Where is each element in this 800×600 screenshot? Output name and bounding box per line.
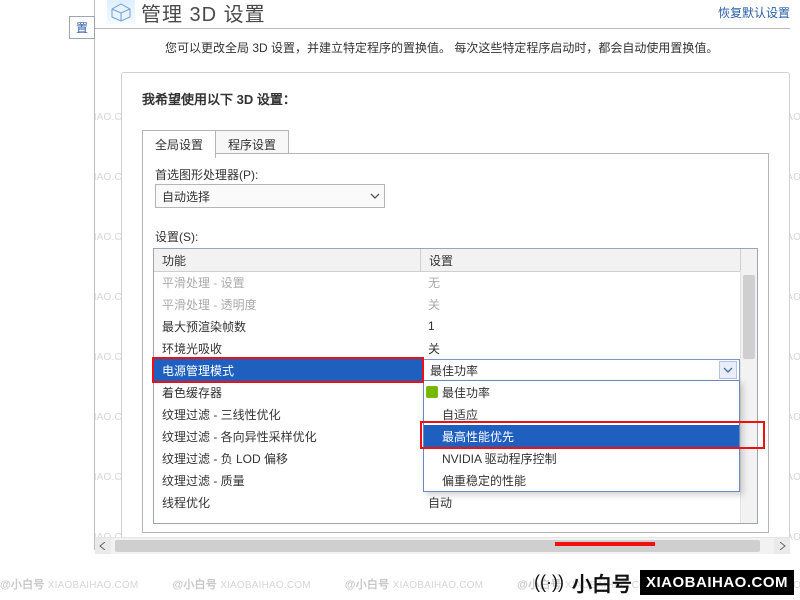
setting-row[interactable]: 环境光吸收关 xyxy=(154,337,757,359)
row-feature: 纹理过滤 - 三线性优化 xyxy=(154,406,420,423)
left-pane-header-fragment: 置 xyxy=(69,16,95,39)
row-feature: 最大预渲染帧数 xyxy=(154,318,420,335)
row-feature: 着色缓存器 xyxy=(154,384,420,401)
grid-vertical-scrollbar[interactable] xyxy=(740,271,757,523)
brand-en: XIAOBAIHAO.COM xyxy=(640,570,794,595)
power-mode-current: 最佳功率 xyxy=(430,362,478,379)
tab-global[interactable]: 全局设置 xyxy=(142,130,216,158)
brand-cn: 小白号 xyxy=(572,568,632,597)
row-feature: 线程优化 xyxy=(154,494,420,511)
row-feature: 纹理过滤 - 各向异性采样优化 xyxy=(154,428,420,445)
brand-logo-icon: ((·)) xyxy=(534,572,564,593)
power-option-nvidia-driver[interactable]: NVIDIA 驱动程序控制 xyxy=(424,447,739,469)
power-option-prefer-stable[interactable]: 偏重稳定的性能 xyxy=(424,469,739,491)
scroll-left-button[interactable] xyxy=(95,538,111,554)
preferred-gpu-value: 自动选择 xyxy=(162,188,210,205)
scroll-thumb[interactable] xyxy=(743,275,755,359)
nvidia-3d-icon xyxy=(107,0,135,24)
power-mode-value-combo[interactable]: 最佳功率 xyxy=(423,359,740,381)
row-feature: 电源管理模式 xyxy=(154,362,420,379)
grid-header: 功能 设置 xyxy=(154,249,757,272)
row-feature: 纹理过滤 - 负 LOD 偏移 xyxy=(154,450,420,467)
tab-page-global: 首选图形处理器(P): 自动选择 设置(S): 功能 设置 xyxy=(142,153,769,533)
scroll-right-button[interactable] xyxy=(774,538,790,554)
horizontal-scrollbar[interactable] xyxy=(95,537,790,554)
h-scroll-thumb[interactable] xyxy=(115,540,760,552)
setting-row[interactable]: 平滑处理 - 设置无 xyxy=(154,271,757,293)
grid-header-scroll-cap xyxy=(740,249,757,271)
annotation-red-underline xyxy=(555,542,655,546)
restore-defaults-link[interactable]: 恢复默认设置 xyxy=(718,4,790,21)
setting-row[interactable]: 最大预渲染帧数1 xyxy=(154,315,757,337)
power-option-best-power[interactable]: 最佳功率 xyxy=(424,381,739,403)
settings-label: 设置(S): xyxy=(155,228,198,245)
row-value: 关 xyxy=(420,296,757,313)
preferred-gpu-label: 首选图形处理器(P): xyxy=(155,166,258,183)
settings-grid: 功能 设置 平滑处理 - 设置无平滑处理 - 透明度关最大预渲染帧数1环境光吸收… xyxy=(153,248,758,524)
page-title: 管理 3D 设置 xyxy=(141,0,266,27)
row-feature: 平滑处理 - 设置 xyxy=(154,274,420,291)
row-value: 无 xyxy=(420,274,757,291)
power-mode-dropdown[interactable]: 最佳功率 自适应 最高性能优先 NVIDIA 驱动程序控制 偏重稳定的性能 xyxy=(423,380,740,492)
header-separator xyxy=(95,28,790,29)
main-content: 管理 3D 设置 恢复默认设置 您可以更改全局 3D 设置，并建立特定程序的置换… xyxy=(95,0,800,550)
brand-bar: ((·)) 小白号 XIAOBAIHAO.COM xyxy=(0,564,800,600)
col-feature[interactable]: 功能 xyxy=(154,252,420,269)
col-value[interactable]: 设置 xyxy=(421,252,740,269)
dropdown-button[interactable] xyxy=(719,361,737,379)
setting-row[interactable]: 线程优化自动 xyxy=(154,491,757,513)
setting-row[interactable]: 平滑处理 - 透明度关 xyxy=(154,293,757,315)
row-feature: 环境光吸收 xyxy=(154,340,420,357)
power-option-adaptive[interactable]: 自适应 xyxy=(424,403,739,425)
row-value: 自动 xyxy=(420,494,757,511)
left-nav-pane: 置 xyxy=(0,0,95,550)
preferred-gpu-combo[interactable]: 自动选择 xyxy=(155,184,385,208)
page-description: 您可以更改全局 3D 设置，并建立特定程序的置换值。 每次这些特定程序启动时，都… xyxy=(165,39,780,56)
row-feature: 平滑处理 - 透明度 xyxy=(154,296,420,313)
settings-panel: 我希望使用以下 3D 设置： 全局设置 程序设置 首选图形处理器(P): 自动选… xyxy=(121,72,790,544)
panel-heading: 我希望使用以下 3D 设置： xyxy=(142,89,296,108)
power-option-max-performance[interactable]: 最高性能优先 xyxy=(424,425,739,447)
row-value: 1 xyxy=(420,319,757,333)
chevron-down-icon xyxy=(370,191,380,201)
row-feature: 纹理过滤 - 质量 xyxy=(154,472,420,489)
row-value: 关 xyxy=(420,340,757,357)
